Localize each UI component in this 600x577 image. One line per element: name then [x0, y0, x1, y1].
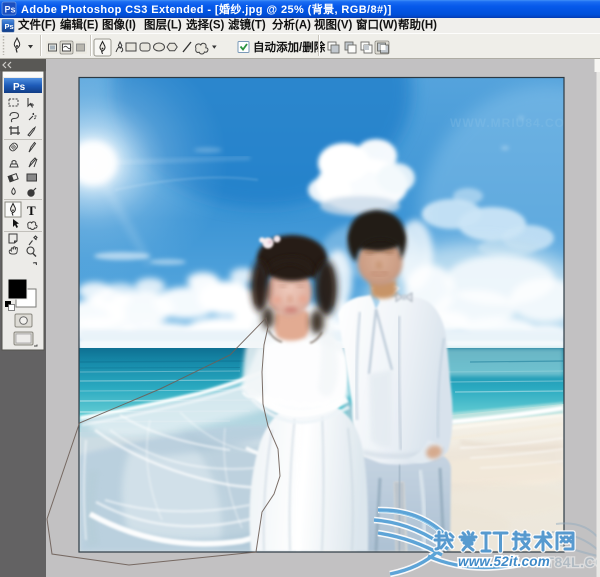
- svg-text:编辑(E): 编辑(E): [60, 18, 98, 32]
- svg-text:帮助(H): 帮助(H): [398, 18, 437, 32]
- svg-text:图层(L): 图层(L): [144, 18, 182, 32]
- svg-text:图像(I): 图像(I): [102, 18, 136, 32]
- svg-text:选择(S): 选择(S): [186, 18, 224, 32]
- svg-text:Ps: Ps: [5, 5, 16, 15]
- svg-text:www.52it.com: www.52it.com: [458, 554, 550, 569]
- svg-text:分析(A): 分析(A): [272, 18, 311, 32]
- svg-text:文件(F): 文件(F): [18, 18, 56, 32]
- svg-text:窗口(W): 窗口(W): [356, 18, 398, 32]
- svg-text:Ps: Ps: [13, 82, 26, 93]
- svg-text:Adobe Photoshop CS3 Extended -: Adobe Photoshop CS3 Extended - [婚纱.jpg @…: [21, 2, 392, 16]
- svg-text:T: T: [27, 203, 36, 218]
- svg-text:Ps: Ps: [5, 22, 14, 31]
- svg-text:视图(V): 视图(V): [314, 18, 352, 32]
- svg-text:滤镜(T): 滤镜(T): [228, 18, 266, 32]
- svg-text:自动添加/删除: 自动添加/删除: [253, 40, 326, 54]
